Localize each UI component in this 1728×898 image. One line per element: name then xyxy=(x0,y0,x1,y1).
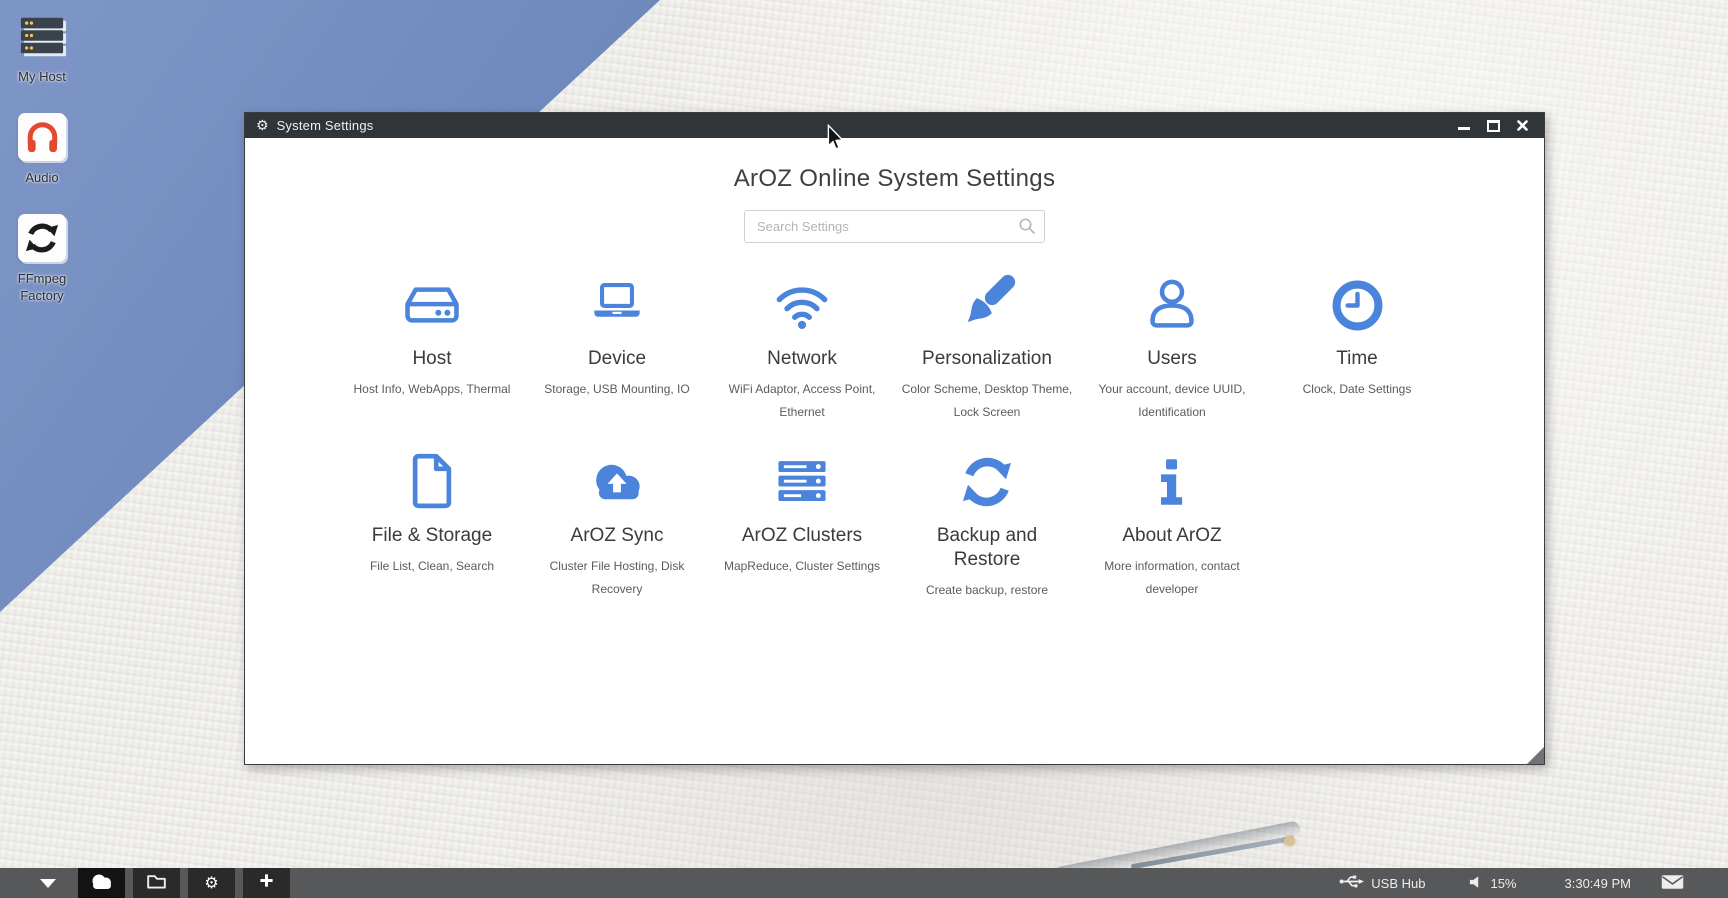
headphones-icon xyxy=(12,113,72,161)
settings-item-backup-restore[interactable]: Backup and Restore Create backup, restor… xyxy=(895,447,1080,601)
paintbrush-icon xyxy=(895,270,1080,334)
taskbar-add-button[interactable] xyxy=(243,868,290,898)
settings-item-label: Network xyxy=(723,347,881,371)
desktop-icon-audio[interactable]: Audio xyxy=(12,113,72,187)
taskbar-cloud-button[interactable] xyxy=(78,868,125,898)
settings-item-sub: Cluster File Hosting, Disk Recovery xyxy=(525,555,710,601)
desktop-icon-label: Audio xyxy=(12,170,72,187)
settings-item-sub: Your account, device UUID, Identificatio… xyxy=(1080,378,1265,424)
settings-item-personalization[interactable]: Personalization Color Scheme, Desktop Th… xyxy=(895,270,1080,423)
settings-item-host[interactable]: Host Host Info, WebApps, Thermal xyxy=(340,270,525,423)
settings-item-sub: Clock, Date Settings xyxy=(1265,378,1450,401)
taskbar: ⚙ xyxy=(0,868,1728,898)
search-icon xyxy=(1018,217,1036,240)
desktop-icon-ffmpeg-factory[interactable]: FFmpeg Factory xyxy=(12,214,72,305)
settings-item-label: File & Storage xyxy=(353,524,511,548)
settings-grid: Host Host Info, WebApps, Thermal Device … xyxy=(340,270,1450,626)
wifi-icon xyxy=(710,270,895,334)
window-titlebar[interactable]: ⚙ System Settings xyxy=(245,113,1544,138)
laptop-icon xyxy=(525,270,710,334)
file-icon xyxy=(340,447,525,511)
usb-icon xyxy=(1339,874,1364,892)
settings-item-sub: MapReduce, Cluster Settings xyxy=(710,555,895,578)
circular-arrows-icon xyxy=(12,214,72,262)
search-input[interactable] xyxy=(744,210,1045,243)
speaker-icon xyxy=(1469,875,1483,892)
search-box xyxy=(744,210,1045,243)
settings-item-network[interactable]: Network WiFi Adaptor, Access Point, Ethe… xyxy=(710,270,895,423)
cloud-icon xyxy=(89,872,115,895)
settings-item-sub: Color Scheme, Desktop Theme, Lock Screen xyxy=(895,378,1080,424)
taskbar-folder-button[interactable] xyxy=(133,868,180,898)
maximize-button[interactable] xyxy=(1486,119,1500,133)
folder-icon xyxy=(146,872,167,895)
settings-item-label: Backup and Restore xyxy=(908,524,1066,572)
desktop-icon-list: My Host Audio xyxy=(12,12,72,332)
taskbar-caret-icon[interactable] xyxy=(40,879,56,888)
mail-status[interactable] xyxy=(1661,874,1684,893)
window-title: System Settings xyxy=(277,118,374,133)
settings-item-label: Users xyxy=(1093,347,1251,371)
settings-item-aroz-clusters[interactable]: ArOZ Clusters MapReduce, Cluster Setting… xyxy=(710,447,895,601)
usb-label: USB Hub xyxy=(1371,876,1425,891)
settings-item-sub: Storage, USB Mounting, IO xyxy=(525,378,710,401)
settings-item-sub: File List, Clean, Search xyxy=(340,555,525,578)
settings-item-label: Host xyxy=(353,347,511,371)
gear-icon: ⚙ xyxy=(204,875,218,891)
server-stack-icon xyxy=(710,447,895,511)
gear-icon: ⚙ xyxy=(256,119,269,133)
close-button[interactable] xyxy=(1515,119,1529,133)
envelope-icon xyxy=(1661,874,1684,893)
settings-item-sub: Host Info, WebApps, Thermal xyxy=(340,378,525,401)
volume-status[interactable]: 15% xyxy=(1469,875,1516,892)
server-icon xyxy=(12,12,72,60)
user-icon xyxy=(1080,270,1265,334)
settings-item-time[interactable]: Time Clock, Date Settings xyxy=(1265,270,1450,423)
sync-arrows-icon xyxy=(895,447,1080,511)
window-controls xyxy=(1457,119,1533,133)
wallpaper-stick-tip xyxy=(1284,836,1295,846)
settings-item-label: ArOZ Clusters xyxy=(723,524,881,548)
settings-item-about-aroz[interactable]: About ArOZ More information, contact dev… xyxy=(1080,447,1265,601)
plus-icon xyxy=(259,873,274,893)
taskbar-app-buttons: ⚙ xyxy=(78,868,290,898)
hdd-icon xyxy=(340,270,525,334)
settings-item-label: Device xyxy=(538,347,696,371)
settings-item-file-storage[interactable]: File & Storage File List, Clean, Search xyxy=(340,447,525,601)
settings-content: ArOZ Online System Settings xyxy=(245,138,1544,764)
clock-icon xyxy=(1265,270,1450,334)
page-title: ArOZ Online System Settings xyxy=(245,165,1544,193)
settings-item-label: Personalization xyxy=(908,347,1066,371)
minimize-button[interactable] xyxy=(1457,119,1471,133)
settings-item-users[interactable]: Users Your account, device UUID, Identif… xyxy=(1080,270,1265,423)
settings-item-sub: More information, contact developer xyxy=(1080,555,1265,601)
volume-label: 15% xyxy=(1490,876,1516,891)
settings-item-sub: Create backup, restore xyxy=(895,579,1080,602)
desktop-icon-label: My Host xyxy=(12,69,72,86)
taskbar-status-area: USB Hub 15% 3:30:49 PM xyxy=(1339,874,1728,893)
settings-item-label: About ArOZ xyxy=(1093,524,1251,548)
desktop-icon-my-host[interactable]: My Host xyxy=(12,12,72,86)
usb-status[interactable]: USB Hub xyxy=(1339,874,1425,892)
info-icon xyxy=(1080,447,1265,511)
settings-item-aroz-sync[interactable]: ArOZ Sync Cluster File Hosting, Disk Rec… xyxy=(525,447,710,601)
desktop-icon-label: FFmpeg Factory xyxy=(12,271,72,305)
clock-status[interactable]: 3:30:49 PM xyxy=(1565,876,1632,891)
settings-item-device[interactable]: Device Storage, USB Mounting, IO xyxy=(525,270,710,423)
system-settings-window: ⚙ System Settings ArOZ Online System Set… xyxy=(244,112,1545,765)
window-resize-grip[interactable] xyxy=(1527,747,1544,764)
settings-item-sub: WiFi Adaptor, Access Point, Ethernet xyxy=(710,378,895,424)
cloud-upload-icon xyxy=(525,447,710,511)
settings-item-label: ArOZ Sync xyxy=(538,524,696,548)
settings-item-label: Time xyxy=(1278,347,1436,371)
clock-label: 3:30:49 PM xyxy=(1565,876,1632,891)
taskbar-settings-button[interactable]: ⚙ xyxy=(188,868,235,898)
